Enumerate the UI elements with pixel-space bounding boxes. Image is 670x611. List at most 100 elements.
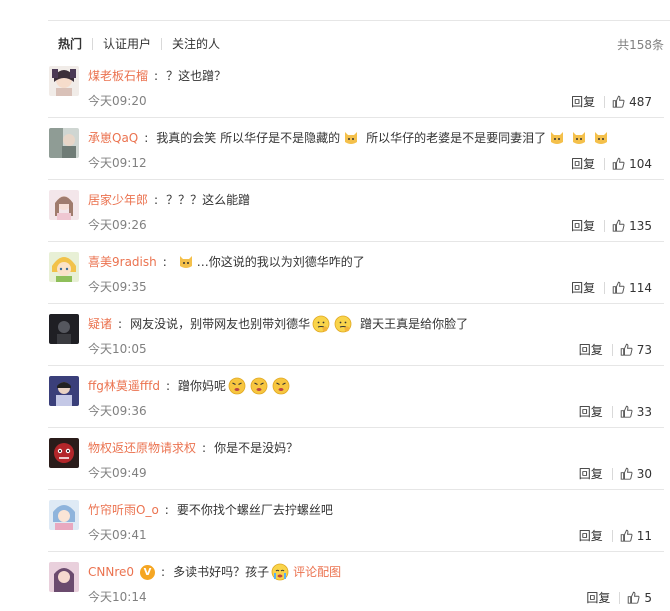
comment-time: 今天09:49 bbox=[88, 466, 147, 480]
comment-item: 承崽QaQ : 我真的会笑 所以华仔是不是隐藏的 所以华仔的老婆是不是要同妻泪了… bbox=[48, 118, 664, 180]
comment-text: 多读书好吗？孩子 评论配图 bbox=[173, 563, 341, 581]
username-link[interactable]: 承崽QaQ bbox=[88, 129, 138, 147]
angry-face-emoji-icon bbox=[272, 377, 290, 395]
comment-line: 承崽QaQ : 我真的会笑 所以华仔是不是隐藏的 所以华仔的老婆是不是要同妻泪了 bbox=[88, 129, 612, 147]
like-button[interactable]: 5 bbox=[627, 591, 652, 605]
divider bbox=[604, 157, 606, 170]
username-link[interactable]: 竹帘听雨O_o bbox=[88, 501, 159, 519]
avatar[interactable] bbox=[49, 252, 79, 282]
divider bbox=[619, 591, 621, 604]
reply-button[interactable]: 回复 bbox=[571, 279, 595, 296]
tab-following[interactable]: 关注的人 bbox=[162, 37, 230, 51]
reply-button[interactable]: 回复 bbox=[579, 341, 603, 358]
reply-button[interactable]: 回复 bbox=[586, 589, 610, 606]
like-button[interactable]: 30 bbox=[620, 467, 652, 481]
like-button[interactable]: 487 bbox=[612, 95, 652, 109]
divider bbox=[604, 95, 606, 108]
comment-actions: 回复 33 bbox=[579, 403, 652, 420]
username-link[interactable]: 煤老板石榴 bbox=[88, 67, 148, 85]
comment-line: 竹帘听雨O_o : 要不你找个螺丝厂去拧螺丝吧 bbox=[88, 501, 333, 519]
comment-text: 要不你找个螺丝厂去拧螺丝吧 bbox=[176, 503, 333, 517]
thumbs-up-icon bbox=[612, 281, 625, 294]
comment-time: 今天10:14 bbox=[88, 590, 147, 604]
comment-text: 网友没说，别带网友也别带刘德华 蹭天王真是给你脸了 bbox=[130, 315, 468, 333]
avatar[interactable] bbox=[49, 500, 79, 530]
reply-button[interactable]: 回复 bbox=[579, 403, 603, 420]
comment-line: 煤老板石榴 : ？这也蹭？ bbox=[88, 67, 226, 85]
verified-badge-icon: V bbox=[140, 564, 156, 580]
comment-actions: 回复 104 bbox=[571, 155, 652, 172]
username-link[interactable]: ffg林莫遥fffd bbox=[88, 377, 160, 395]
thumbs-up-icon bbox=[620, 529, 633, 542]
like-button[interactable]: 104 bbox=[612, 157, 652, 171]
colon: : bbox=[154, 69, 159, 83]
divider bbox=[611, 343, 613, 356]
like-count: 104 bbox=[629, 156, 652, 171]
like-count: 135 bbox=[629, 218, 652, 233]
like-button[interactable]: 73 bbox=[620, 343, 652, 357]
comment-actions: 回复 135 bbox=[571, 217, 652, 234]
like-button[interactable]: 114 bbox=[612, 281, 652, 295]
avatar[interactable] bbox=[49, 314, 79, 344]
comment-item: 居家少年郎 : ？？？这么能蹭 今天09:26 回复 135 bbox=[48, 180, 664, 242]
reply-button[interactable]: 回复 bbox=[571, 93, 595, 110]
cat-face-emoji-icon bbox=[573, 132, 586, 144]
like-button[interactable]: 33 bbox=[620, 405, 652, 419]
colon: : bbox=[161, 565, 166, 579]
like-button[interactable]: 135 bbox=[612, 219, 652, 233]
reply-button[interactable]: 回复 bbox=[579, 465, 603, 482]
avatar[interactable] bbox=[49, 376, 79, 406]
comment-line: 疑诸 : 网友没说，别带网友也别带刘德华 蹭天王真是给你脸了 bbox=[88, 315, 468, 333]
comment-actions: 回复 5 bbox=[586, 589, 652, 606]
avatar[interactable] bbox=[49, 190, 79, 220]
angry-face-emoji-icon bbox=[250, 377, 268, 395]
comment-actions: 回复 11 bbox=[579, 527, 652, 544]
comment-line: ffg林莫遥fffd : 蹭你妈呢 bbox=[88, 377, 292, 395]
tab-hot[interactable]: 热门 bbox=[48, 37, 92, 51]
cat-face-emoji-icon bbox=[595, 132, 608, 144]
thinking-face-emoji-icon bbox=[334, 315, 352, 333]
colon: : bbox=[202, 441, 207, 455]
tab-verified-users[interactable]: 认证用户 bbox=[93, 37, 161, 51]
like-count: 114 bbox=[629, 280, 652, 295]
divider bbox=[611, 467, 613, 480]
like-button[interactable]: 11 bbox=[620, 529, 652, 543]
cat-face-emoji-icon bbox=[179, 256, 192, 268]
comment-total-count: 共158条 bbox=[617, 37, 664, 52]
comment-time: 今天09:26 bbox=[88, 218, 147, 232]
like-count: 487 bbox=[629, 94, 652, 109]
colon: : bbox=[164, 503, 169, 517]
username-link[interactable]: 物权返还原物请求权 bbox=[88, 439, 196, 457]
reply-button[interactable]: 回复 bbox=[579, 527, 603, 544]
angry-face-emoji-icon bbox=[228, 377, 246, 395]
thumbs-up-icon bbox=[620, 405, 633, 418]
reply-button[interactable]: 回复 bbox=[571, 155, 595, 172]
colon: : bbox=[166, 379, 171, 393]
thumbs-up-icon bbox=[612, 157, 625, 170]
avatar[interactable] bbox=[49, 438, 79, 468]
colon: : bbox=[144, 131, 149, 145]
comment-text: 我真的会笑 所以华仔是不是隐藏的 所以华仔的老婆是不是要同妻泪了 bbox=[156, 129, 612, 147]
comment-text-part: 蹭你妈呢 bbox=[178, 379, 227, 393]
comment-actions: 回复 114 bbox=[571, 279, 652, 296]
comment-item: 竹帘听雨O_o : 要不你找个螺丝厂去拧螺丝吧 今天09:41 回复 11 bbox=[48, 490, 664, 552]
top-divider bbox=[48, 20, 670, 21]
colon: : bbox=[154, 193, 159, 207]
comment-image-link[interactable]: 评论配图 bbox=[293, 563, 341, 581]
username-link[interactable]: CNNre0 bbox=[88, 563, 134, 581]
comment-text: 蹭你妈呢 bbox=[178, 377, 292, 395]
thumbs-up-icon bbox=[612, 95, 625, 108]
username-link[interactable]: 疑诸 bbox=[88, 315, 112, 333]
avatar[interactable] bbox=[49, 66, 79, 96]
reply-button[interactable]: 回复 bbox=[571, 217, 595, 234]
comment-actions: 回复 487 bbox=[571, 93, 652, 110]
username-link[interactable]: 喜美9radish bbox=[88, 253, 157, 271]
comment-time: 今天09:12 bbox=[88, 156, 147, 170]
like-count: 11 bbox=[636, 528, 652, 543]
cat-face-emoji-icon bbox=[345, 132, 358, 144]
thumbs-up-icon bbox=[620, 343, 633, 356]
avatar[interactable] bbox=[49, 128, 79, 158]
username-link[interactable]: 居家少年郎 bbox=[88, 191, 148, 209]
avatar[interactable] bbox=[49, 562, 79, 592]
colon: : bbox=[118, 317, 123, 331]
